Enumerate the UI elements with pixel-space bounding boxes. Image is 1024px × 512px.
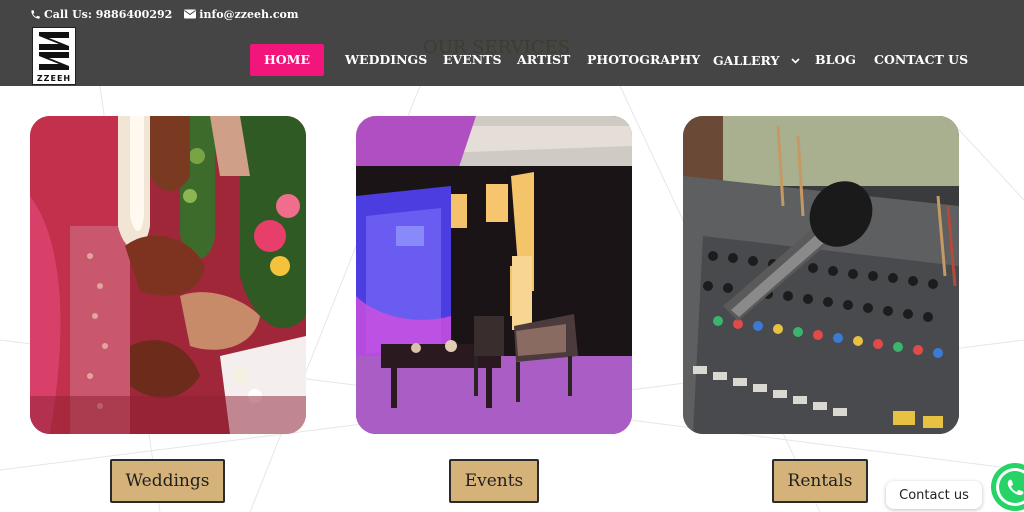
event-service-image[interactable] [356,116,632,434]
nav-events[interactable]: EVENTS [443,44,502,76]
nav-artist[interactable]: ARTIST [517,44,570,76]
nav-gallery-wrap[interactable]: GALLERY [713,44,800,76]
email-link[interactable]: info@zzeeh.com [184,7,299,21]
logo-mark [39,32,69,70]
wedding-service-image[interactable] [30,116,306,434]
wedding-photo [30,116,306,434]
whatsapp-glyph [991,463,1024,511]
phone-label: Call Us: 9886400292 [44,7,173,21]
contact-info-bar: Call Us: 9886400292 info@zzeeh.com [30,7,299,21]
weddings-button[interactable]: Weddings [110,459,225,503]
logo-text: ZZEEH [36,74,72,83]
site-logo[interactable]: ZZEEH [32,27,76,85]
whatsapp-icon[interactable] [990,462,1024,512]
nav-weddings[interactable]: WEDDINGS [345,44,427,76]
nav-gallery[interactable]: GALLERY [713,45,779,77]
envelope-icon [184,9,197,19]
chevron-down-icon [790,57,800,64]
phone-icon [31,9,40,19]
nav-home[interactable]: HOME [250,44,324,76]
rentals-button[interactable]: Rentals [772,459,868,503]
nav-contact-us[interactable]: CONTACT US [874,44,968,76]
nav-blog[interactable]: BLOG [815,44,856,76]
phone-link[interactable]: Call Us: 9886400292 [30,8,172,21]
event-photo [356,116,632,434]
rental-service-image[interactable] [683,116,959,434]
events-button[interactable]: Events [449,459,539,503]
nav-photography[interactable]: PHOTOGRAPHY [587,44,700,76]
contact-us-chat-label[interactable]: Contact us [886,481,982,509]
mixer-photo [683,116,959,434]
email-label: info@zzeeh.com [199,7,299,21]
